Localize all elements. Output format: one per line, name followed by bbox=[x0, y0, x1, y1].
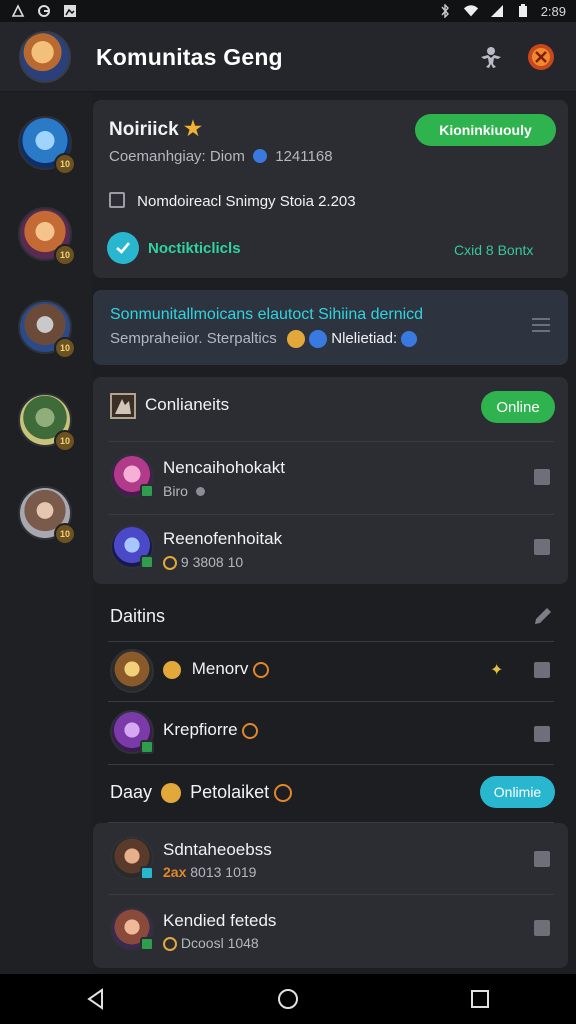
notification-status: Noctikticlicls bbox=[148, 240, 241, 257]
bluetooth-icon bbox=[437, 4, 453, 18]
menu-icon[interactable] bbox=[532, 318, 550, 332]
divider bbox=[108, 701, 554, 702]
clock: 2:89 bbox=[540, 3, 566, 19]
coin-icon bbox=[253, 661, 270, 678]
contact-name: Reenofenhoitak bbox=[163, 529, 283, 548]
emoji-icon bbox=[161, 783, 182, 804]
divider bbox=[108, 441, 554, 442]
select-box[interactable] bbox=[534, 726, 550, 742]
select-box[interactable] bbox=[534, 539, 550, 555]
battery-icon bbox=[515, 4, 531, 18]
coin-icon bbox=[274, 784, 293, 803]
online-check-icon bbox=[140, 866, 154, 880]
daily-item-name: Menorv bbox=[163, 659, 270, 679]
emoji-icon bbox=[286, 330, 305, 349]
signal-icon bbox=[489, 4, 505, 18]
home-icon[interactable] bbox=[268, 979, 308, 1019]
recents-icon[interactable] bbox=[460, 979, 500, 1019]
subtitle-count: 1241168 bbox=[275, 148, 333, 165]
banner-subline: Sempraheiior. Sterpaltics Nlelietiad: bbox=[110, 330, 418, 349]
banner-headline: Sonmunitallmoicans elautoct Sihiina dern… bbox=[110, 306, 424, 323]
contact-sub: 9 3808 10 bbox=[163, 554, 243, 571]
back-icon[interactable] bbox=[76, 979, 116, 1019]
online-check-icon bbox=[140, 555, 154, 569]
online-check-icon bbox=[140, 484, 154, 498]
online-check-icon bbox=[140, 740, 154, 754]
image-notification-icon bbox=[62, 4, 78, 18]
notification-subtitle: Coemanhgiay: Diom 1241168 bbox=[109, 148, 333, 165]
page-title: Komunitas Geng bbox=[96, 44, 283, 70]
notification-title: Noiriick ★ bbox=[109, 118, 202, 140]
level-badge: 10 bbox=[54, 244, 76, 266]
app-notification-icon bbox=[10, 4, 26, 18]
coin-icon bbox=[163, 937, 177, 952]
status-bar: 2:89 bbox=[0, 0, 576, 22]
daily-item-name: Krepfiorre bbox=[163, 720, 259, 740]
select-box[interactable] bbox=[534, 469, 550, 485]
verified-icon bbox=[253, 149, 268, 163]
verified-icon bbox=[309, 330, 328, 349]
level-badge: 10 bbox=[54, 153, 76, 175]
verified-icon bbox=[401, 331, 418, 348]
checkbox-icon[interactable] bbox=[109, 192, 125, 208]
select-box[interactable] bbox=[534, 851, 550, 867]
edit-icon[interactable] bbox=[531, 604, 555, 633]
avatar bbox=[110, 649, 154, 693]
coin-icon bbox=[163, 556, 177, 571]
action-button[interactable]: Kioninkiuouly bbox=[415, 114, 556, 146]
daily-section-title: Daay Petolaiket bbox=[110, 782, 293, 804]
dailies-title: Daitins bbox=[110, 606, 166, 626]
sparkle-icon: ✦ bbox=[490, 662, 504, 679]
contact-name: Nencaihohokakt bbox=[163, 458, 285, 477]
daily-item-name: Sdntaheoebss bbox=[163, 840, 272, 859]
star-icon: ★ bbox=[183, 118, 202, 140]
notification-detail: Nomdoireacl Snimgy Stoia 2.203 bbox=[109, 192, 356, 210]
divider bbox=[108, 641, 554, 642]
online-status-pill[interactable]: Onlimie bbox=[480, 776, 555, 808]
notification-link[interactable]: Cxid 8 Bontx bbox=[454, 242, 533, 258]
app-header: Komunitas Geng bbox=[0, 22, 576, 92]
level-badge: 10 bbox=[54, 337, 76, 359]
contacts-title: Conlianeits bbox=[145, 395, 230, 414]
contact-sub: Biro bbox=[163, 483, 205, 499]
banner-tag: Nlelietiad: bbox=[331, 330, 398, 347]
online-status-pill[interactable]: Online bbox=[481, 391, 555, 423]
wifi-icon bbox=[463, 4, 479, 18]
daily-item-sub: Dcoosl 1048 bbox=[163, 935, 259, 952]
level-badge: 10 bbox=[54, 430, 76, 452]
emoji-icon bbox=[163, 660, 181, 679]
community-rail: 10 10 10 10 10 bbox=[0, 92, 92, 974]
divider bbox=[108, 764, 554, 765]
level-badge: 10 bbox=[54, 523, 76, 545]
contacts-icon bbox=[110, 393, 136, 419]
google-icon bbox=[36, 4, 52, 18]
divider bbox=[108, 514, 554, 515]
status-dot-icon bbox=[195, 487, 205, 496]
divider bbox=[108, 894, 554, 895]
select-box[interactable] bbox=[534, 662, 550, 678]
daily-item-name: Kendied feteds bbox=[163, 911, 277, 930]
announcement-banner[interactable] bbox=[93, 290, 568, 365]
user-avatar[interactable] bbox=[19, 31, 71, 83]
fire-icon[interactable] bbox=[524, 40, 558, 74]
daily-item-sub: 2ax 8013 1019 bbox=[163, 864, 257, 880]
coin-icon bbox=[242, 722, 259, 739]
check-circle-icon bbox=[107, 232, 139, 264]
select-box[interactable] bbox=[534, 920, 550, 936]
users-icon[interactable] bbox=[474, 40, 508, 74]
online-check-icon bbox=[140, 937, 154, 951]
system-nav-bar bbox=[0, 974, 576, 1024]
